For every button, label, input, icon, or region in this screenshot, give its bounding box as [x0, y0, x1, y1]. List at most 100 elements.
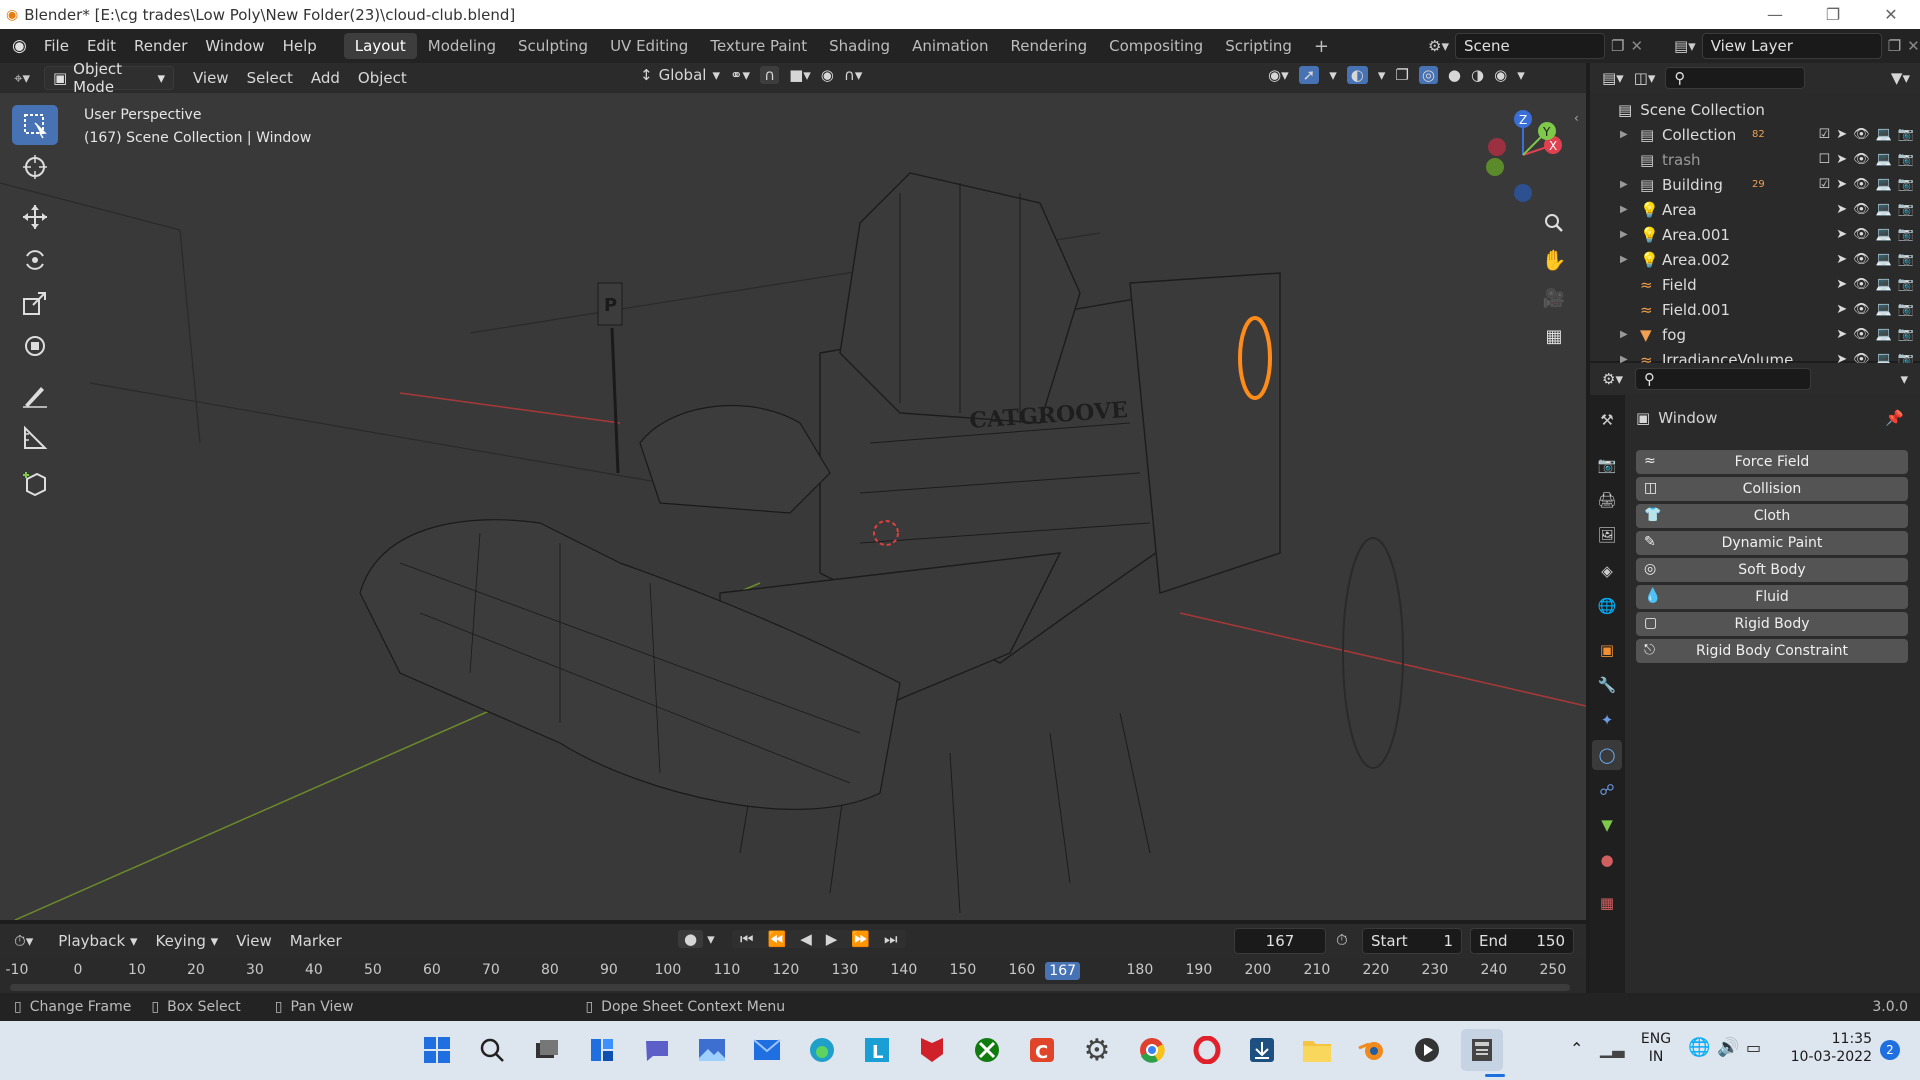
chrome-icon[interactable] — [1131, 1029, 1173, 1071]
selectable-icon[interactable]: ➤ — [1836, 302, 1847, 317]
delete-scene-icon[interactable]: ✕ — [1630, 37, 1643, 55]
network-off-icon[interactable]: ▁▃ — [1600, 1039, 1625, 1058]
material-shading-icon[interactable]: ◑ — [1471, 66, 1484, 84]
notification-badge[interactable]: 2 — [1880, 1040, 1900, 1060]
new-scene-icon[interactable]: ❐ — [1611, 37, 1624, 55]
eye-visibility-icon[interactable]: 👁 — [1853, 252, 1870, 267]
modifier-props-icon[interactable]: 🔧 — [1592, 670, 1622, 700]
xray-toggle-icon[interactable]: ❐ — [1395, 66, 1408, 84]
material-props-icon[interactable]: ● — [1592, 845, 1622, 875]
add-workspace-button[interactable]: + — [1303, 32, 1340, 61]
annotate-tool[interactable] — [12, 375, 58, 415]
settings-gear-icon[interactable]: ⚙ — [1076, 1029, 1118, 1071]
select-box-tool[interactable] — [12, 105, 58, 145]
menu-file[interactable]: File — [35, 37, 78, 55]
eye-visibility-icon[interactable]: 👁 — [1853, 152, 1870, 167]
scale-tool[interactable] — [12, 283, 58, 323]
xbox-icon[interactable] — [966, 1029, 1008, 1071]
outliner-row[interactable]: ≈ Field.001 ➤ 👁 💻 📷 — [1590, 297, 1920, 322]
outliner-row[interactable]: ≈ Field ➤ 👁 💻 📷 — [1590, 272, 1920, 297]
falloff-icon[interactable]: ∩▾ — [844, 66, 863, 84]
active-app-icon[interactable] — [1461, 1029, 1503, 1071]
playhead-frame-indicator[interactable]: 167 — [1045, 962, 1081, 980]
viewport-visibility-icon[interactable]: 💻 — [1876, 277, 1892, 292]
measure-tool[interactable] — [12, 418, 58, 458]
outliner-row[interactable]: ▶ ▼ fog ➤ 👁 💻 📷 — [1590, 322, 1920, 347]
render-visibility-icon[interactable]: 📷 — [1898, 202, 1914, 217]
object-props-icon[interactable]: ▣ — [1592, 635, 1622, 665]
rendered-shading-icon[interactable]: ◉ — [1494, 66, 1507, 84]
render-props-icon[interactable]: 📷 — [1592, 450, 1622, 480]
physics-props-icon[interactable]: ◯ — [1592, 740, 1622, 770]
menu-window[interactable]: Window — [196, 37, 273, 55]
selectable-icon[interactable]: ➤ — [1836, 252, 1847, 267]
shading-options-icon[interactable]: ▾ — [1517, 66, 1525, 84]
play-icon[interactable]: ▶ — [826, 930, 838, 948]
play-reverse-icon[interactable]: ◀ — [800, 930, 812, 948]
pin-icon[interactable]: 📌 — [1885, 409, 1904, 427]
eye-visibility-icon[interactable]: 👁 — [1853, 327, 1870, 342]
outliner-row[interactable]: ▶ ▤ Building 29 ☑ ➤ 👁 💻 📷 — [1590, 172, 1920, 197]
selectable-icon[interactable]: ➤ — [1836, 277, 1847, 292]
download-app-icon[interactable] — [1241, 1029, 1283, 1071]
jump-end-icon[interactable]: ⏭ — [884, 930, 898, 948]
view-layer-field[interactable]: View Layer — [1701, 33, 1882, 59]
task-view-icon[interactable] — [526, 1029, 568, 1071]
auto-key-options-icon[interactable]: ▾ — [707, 930, 715, 948]
scene-selector-icon[interactable]: ⚙▾ — [1428, 37, 1449, 55]
mcafee-icon[interactable] — [911, 1029, 953, 1071]
tab-animation[interactable]: Animation — [901, 33, 999, 59]
file-explorer-icon[interactable] — [1296, 1029, 1338, 1071]
cursor-tool[interactable] — [12, 147, 58, 187]
tool-settings-icon[interactable]: ⚒ — [1592, 405, 1622, 435]
scene-field[interactable]: Scene — [1454, 33, 1605, 59]
menu-help[interactable]: Help — [274, 37, 326, 55]
eye-visibility-icon[interactable]: 👁 — [1853, 227, 1870, 242]
sidebar-toggle-icon[interactable]: ‹ — [1574, 111, 1579, 125]
timeline-menu-playback[interactable]: Playback ▾ — [49, 932, 146, 950]
timeline-menu-marker[interactable]: Marker — [281, 932, 351, 950]
timeline-menu-view[interactable]: View — [227, 932, 281, 950]
outliner-row[interactable]: ▶ 💡 Area.002 ➤ 👁 💻 📷 — [1590, 247, 1920, 272]
eye-visibility-icon[interactable]: 👁 — [1853, 202, 1870, 217]
camera-view-icon[interactable]: 🎥 — [1537, 281, 1571, 315]
eye-visibility-icon[interactable]: 👁 — [1853, 177, 1870, 192]
timeline-scrollbar[interactable] — [10, 984, 1570, 991]
outliner-row[interactable]: ▶ ▤ Collection 82 ☑ ➤ 👁 💻 📷 — [1590, 122, 1920, 147]
transform-tool[interactable] — [12, 326, 58, 366]
outliner-row[interactable]: ▶ 💡 Area ➤ 👁 💻 📷 — [1590, 197, 1920, 222]
editor-type-icon[interactable]: ⌖▾ — [14, 69, 30, 87]
snap-target-icon[interactable]: ■▾ — [789, 66, 811, 84]
filter-icon[interactable]: ▼▾ — [1891, 69, 1910, 87]
solid-shading-icon[interactable]: ● — [1448, 66, 1461, 84]
texture-props-icon[interactable]: ▦ — [1592, 888, 1622, 918]
globe-network-icon[interactable]: 🌐 — [1688, 1037, 1710, 1058]
expand-arrow-icon[interactable]: ▶ — [1620, 254, 1634, 265]
render-visibility-icon[interactable]: 📷 — [1898, 177, 1914, 192]
close-button[interactable]: ✕ — [1862, 0, 1920, 29]
constraint-props-icon[interactable]: ☍ — [1592, 775, 1622, 805]
outliner-row[interactable]: ▤ trash ☐ ➤ 👁 💻 📷 — [1590, 147, 1920, 172]
view-layer-props-icon[interactable]: 🖼 — [1592, 520, 1622, 550]
expand-arrow-icon[interactable]: ▶ — [1620, 129, 1634, 140]
scene-props-icon[interactable]: ◈ — [1592, 556, 1622, 586]
timeline-menu-keying[interactable]: Keying ▾ — [146, 932, 227, 950]
timeline-editor-icon[interactable]: ⏱▾ — [14, 932, 33, 950]
zoom-icon[interactable] — [1537, 206, 1571, 240]
viewport-visibility-icon[interactable]: 💻 — [1876, 227, 1892, 242]
navigation-gizmo[interactable]: Z X Y — [1475, 93, 1585, 203]
viewport-visibility-icon[interactable]: 💻 — [1876, 152, 1892, 167]
render-visibility-icon[interactable]: 📷 — [1898, 127, 1914, 142]
gizmo-toggle-icon[interactable]: ➚ — [1298, 66, 1320, 84]
eye-visibility-icon[interactable]: 👁 — [1853, 127, 1870, 142]
media-player-icon[interactable] — [1406, 1029, 1448, 1071]
visibility-icon[interactable]: ◉▾ — [1268, 66, 1289, 84]
outliner-editor-icon[interactable]: ▤▾ — [1602, 69, 1624, 87]
mode-selector[interactable]: ▣ Object Mode ▾ — [43, 60, 174, 96]
tab-texture-paint[interactable]: Texture Paint — [699, 33, 818, 59]
fluid-button[interactable]: 💧 Fluid — [1636, 585, 1908, 609]
expand-arrow-icon[interactable]: ▶ — [1620, 229, 1634, 240]
tab-rendering[interactable]: Rendering — [1000, 33, 1099, 59]
prev-keyframe-icon[interactable]: ⏪ — [768, 930, 787, 948]
expand-arrow-icon[interactable]: ▶ — [1620, 179, 1634, 190]
